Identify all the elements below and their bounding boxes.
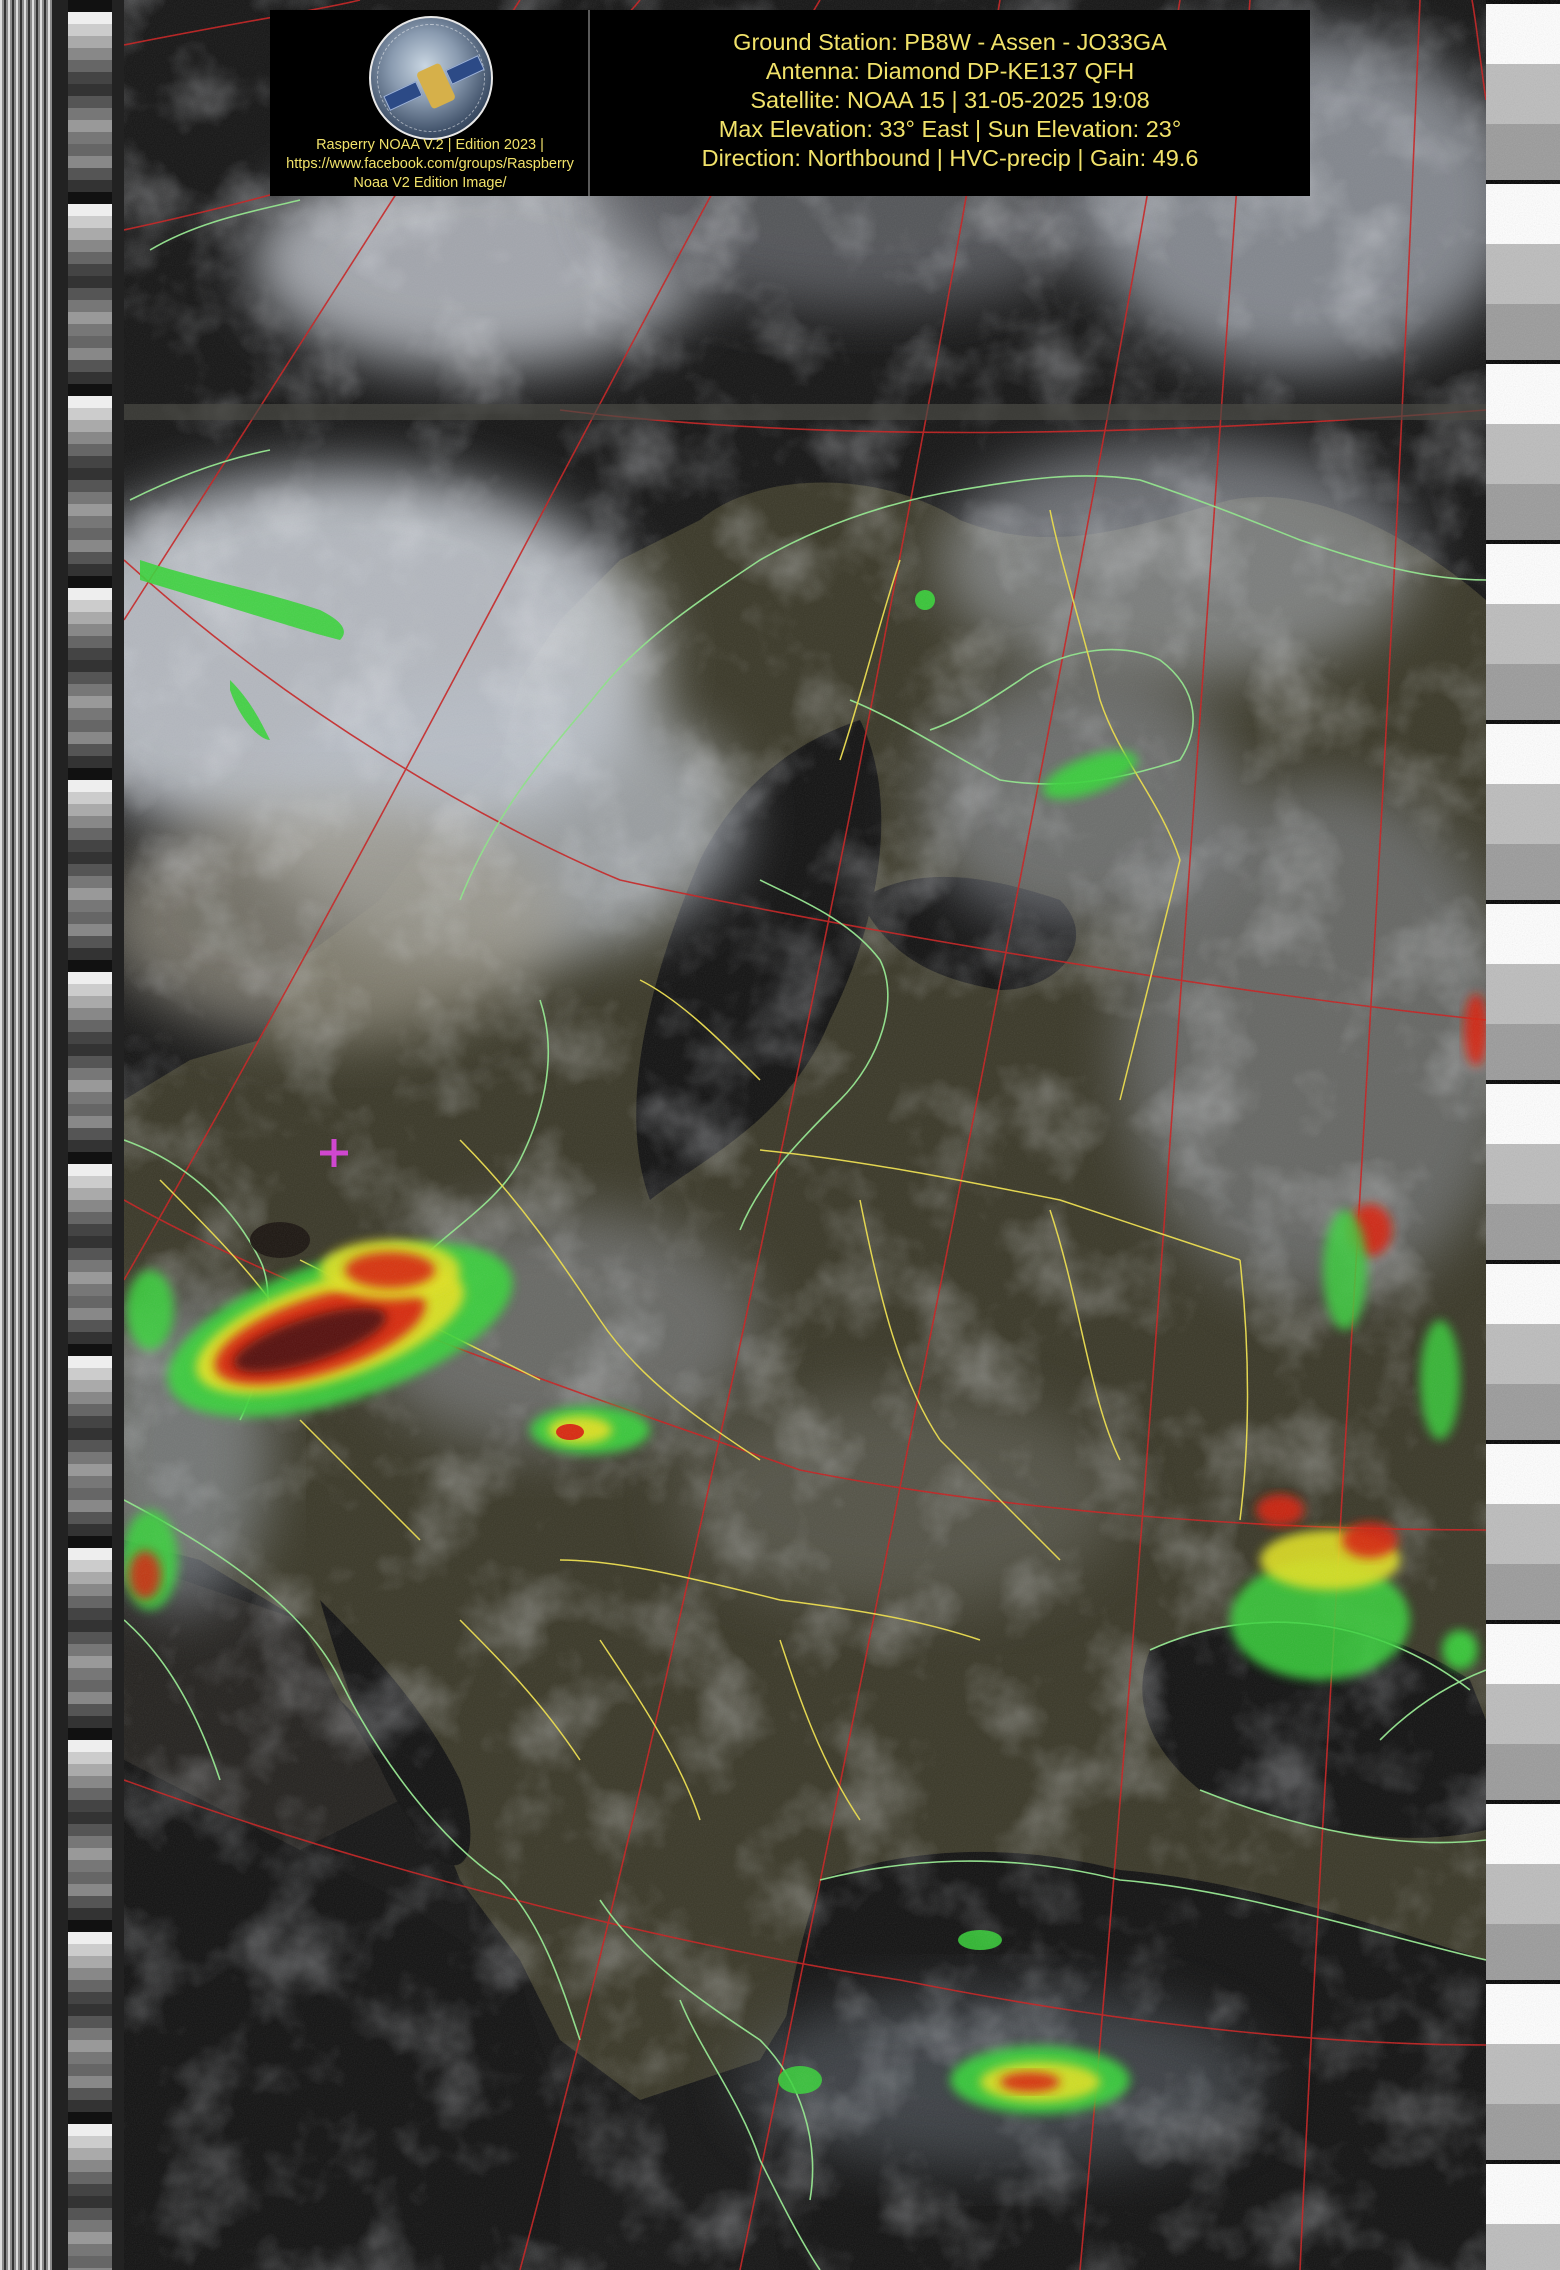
sync-strip-left — [0, 0, 52, 2270]
telemetry-strip-left — [52, 0, 124, 2270]
pass-info: Ground Station: PB8W - Assen - JO33GA An… — [590, 10, 1310, 196]
satellite-line: Satellite: NOAA 15 | 31-05-2025 19:08 — [750, 87, 1150, 113]
satellite-image — [0, 0, 1560, 2270]
logo-box: Rasperry NOAA V.2 | Edition 2023 | https… — [270, 10, 590, 196]
satellite-logo-icon — [369, 16, 493, 140]
elevation-line: Max Elevation: 33° East | Sun Elevation:… — [718, 116, 1182, 142]
map-area — [124, 0, 1486, 2270]
logo-caption-line: Noaa V2 Edition Image/ — [353, 175, 507, 191]
logo-caption-line: Rasperry NOAA V.2 | Edition 2023 | — [316, 137, 544, 153]
header-overlay: Rasperry NOAA V.2 | Edition 2023 | https… — [270, 10, 1310, 196]
direction-line: Direction: Northbound | HVC-precip | Gai… — [701, 145, 1199, 171]
antenna-line: Antenna: Diamond DP-KE137 QFH — [765, 58, 1135, 84]
logo-caption-line: https://www.facebook.com/groups/Raspberr… — [286, 156, 574, 172]
ground-station-line: Ground Station: PB8W - Assen - JO33GA — [733, 29, 1167, 55]
logo-caption: Rasperry NOAA V.2 | Edition 2023 | https… — [270, 136, 590, 193]
